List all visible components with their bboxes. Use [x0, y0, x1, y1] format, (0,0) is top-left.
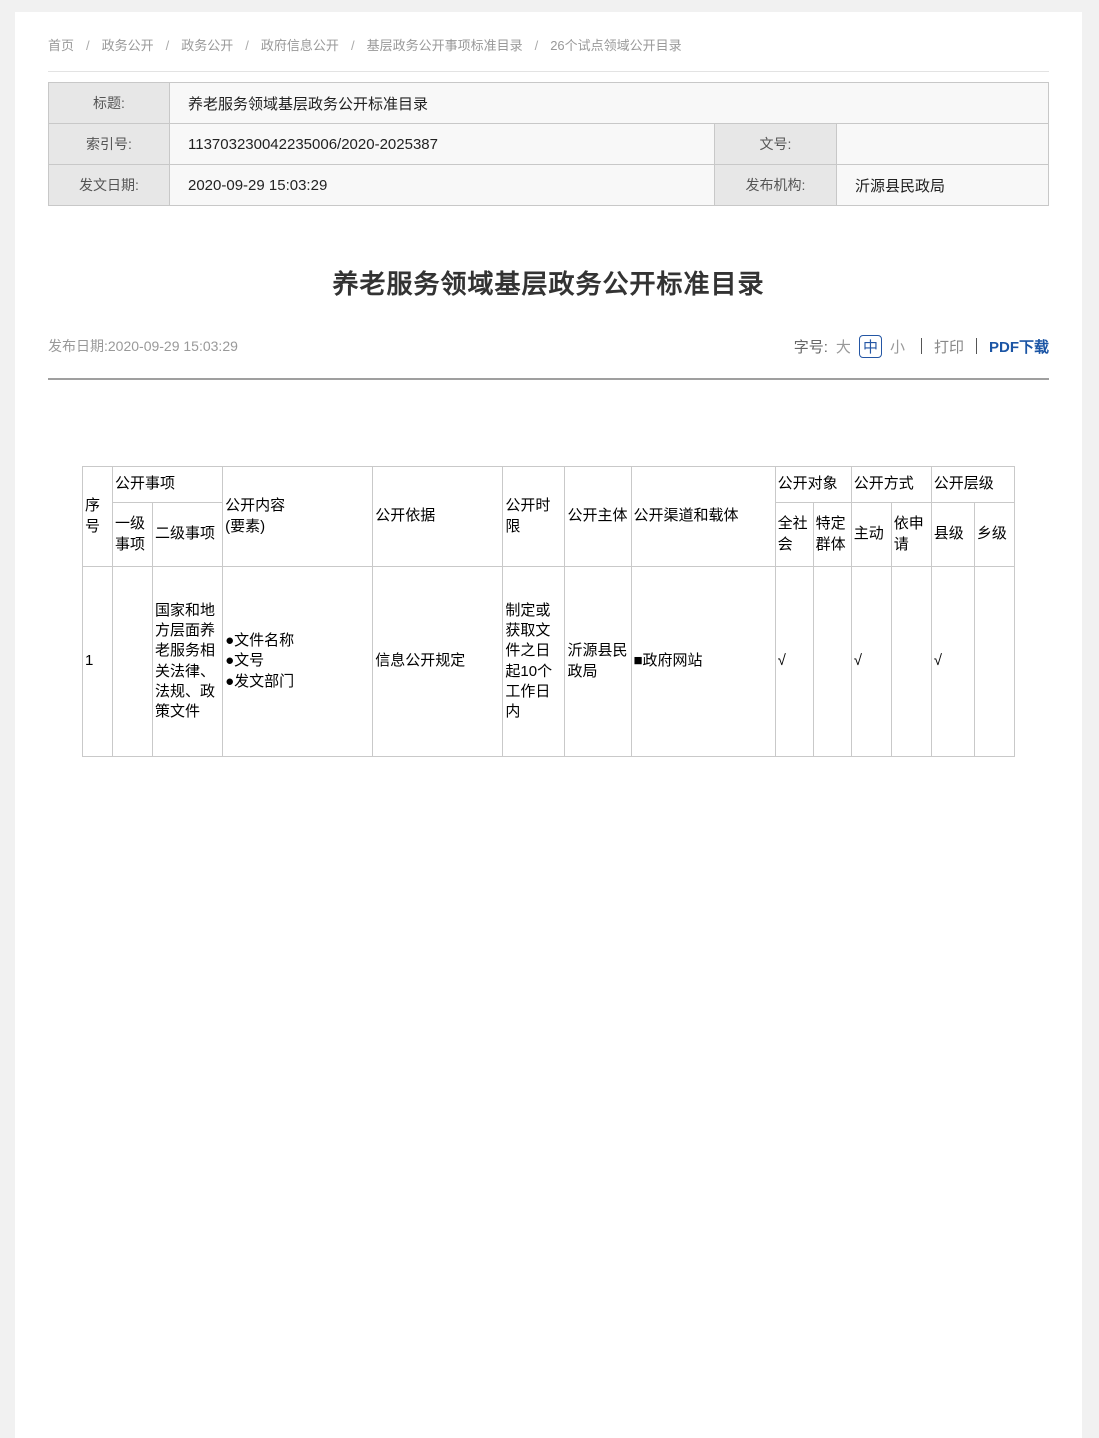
vertical-divider [921, 338, 922, 354]
meta-row-date: 发文日期: 2020-09-29 15:03:29 发布机构: 沂源县民政局 [49, 165, 1049, 206]
col-header-level-town: 乡级 [974, 503, 1014, 567]
table-row: 1 国家和地方层面养老服务相关法律、法规、政策文件 ●文件名称 ●文号 ●发文部… [83, 567, 1015, 757]
fontsize-medium-button[interactable]: 中 [859, 335, 882, 358]
col-header-target-all: 全社会 [775, 503, 813, 567]
meta-label-docno: 文号: [715, 124, 837, 165]
meta-label-title: 标题: [49, 83, 170, 124]
cell-target-all: √ [775, 567, 813, 757]
catalog-table: 序号 公开事项 公开内容 (要素) 公开依据 公开时限 公开主体 公开渠道和载体… [82, 466, 1015, 757]
cell-channel: ■政府网站 [631, 567, 775, 757]
fontsize-large-button[interactable]: 大 [836, 336, 851, 357]
cell-subject: 沂源县民政局 [565, 567, 631, 757]
page-title: 养老服务领域基层政务公开标准目录 [48, 268, 1049, 300]
col-header-mode-active: 主动 [851, 503, 891, 567]
breadcrumb-separator: / [86, 38, 90, 53]
col-header-level-county: 县级 [931, 503, 974, 567]
cell-mode-active: √ [851, 567, 891, 757]
content-bullet-item: ●文号 [225, 651, 370, 671]
header-row-groups: 序号 公开事项 公开内容 (要素) 公开依据 公开时限 公开主体 公开渠道和载体… [83, 467, 1015, 503]
breadcrumb: 首页 / 政务公开 / 政务公开 / 政府信息公开 / 基层政务公开事项标准目录 / 26个试点领域… [48, 24, 1049, 72]
cell-level-town [974, 567, 1014, 757]
meta-row-title: 标题: 养老服务领域基层政务公开标准目录 [49, 83, 1049, 124]
breadcrumb-link-home[interactable]: 首页 [48, 38, 74, 53]
col-header-level2: 二级事项 [153, 503, 223, 567]
col-header-level1: 一级事项 [113, 503, 153, 567]
cell-content: ●文件名称 ●文号 ●发文部门 [223, 567, 373, 757]
cell-level-county: √ [931, 567, 974, 757]
print-button[interactable]: 打印 [934, 336, 964, 357]
breadcrumb-separator: / [166, 38, 170, 53]
meta-value-title: 养老服务领域基层政务公开标准目录 [170, 83, 1049, 124]
col-header-subject: 公开主体 [565, 467, 631, 567]
content-card: 首页 / 政务公开 / 政务公开 / 政府信息公开 / 基层政务公开事项标准目录 / 26个试点领域… [15, 12, 1082, 1438]
col-header-basis: 公开依据 [373, 467, 503, 567]
col-header-mode-request: 依申请 [891, 503, 931, 567]
publish-date: 发布日期:2020-09-29 15:03:29 [48, 336, 238, 356]
publish-date-label: 发布日期: [48, 338, 108, 354]
breadcrumb-separator: / [245, 38, 249, 53]
breadcrumb-link-zwgk-1[interactable]: 政务公开 [102, 38, 154, 53]
divider-line [48, 378, 1049, 380]
col-header-mode-group: 公开方式 [851, 467, 931, 503]
publish-row: 发布日期:2020-09-29 15:03:29 字号: 大 中 小 打印 PD… [48, 334, 1049, 358]
col-header-item-group: 公开事项 [113, 467, 223, 503]
meta-table: 标题: 养老服务领域基层政务公开标准目录 索引号: 11370323004223… [48, 82, 1049, 206]
publish-date-value: 2020-09-29 15:03:29 [108, 338, 238, 354]
content-bullet-item: ●发文部门 [225, 672, 370, 692]
fontsize-small-button[interactable]: 小 [890, 336, 905, 357]
meta-row-index: 索引号: 113703230042235006/2020-2025387 文号: [49, 124, 1049, 165]
breadcrumb-current: 26个试点领域公开目录 [550, 38, 681, 53]
meta-label-index: 索引号: [49, 124, 170, 165]
meta-value-agency: 沂源县民政局 [837, 165, 1049, 206]
col-header-channel: 公开渠道和载体 [631, 467, 775, 567]
cell-target-specific [813, 567, 851, 757]
breadcrumb-link-standard-catalog[interactable]: 基层政务公开事项标准目录 [367, 38, 523, 53]
col-header-level-group: 公开层级 [931, 467, 1014, 503]
breadcrumb-link-gov-info[interactable]: 政府信息公开 [261, 38, 339, 53]
article-controls: 字号: 大 中 小 打印 PDF下载 [794, 335, 1049, 358]
cell-basis: 信息公开规定 [373, 567, 503, 757]
cell-mode-request [891, 567, 931, 757]
vertical-divider [976, 338, 977, 354]
cell-level1 [113, 567, 153, 757]
cell-time-limit: 制定或获取文件之日起10个工作日内 [503, 567, 565, 757]
meta-value-docno [837, 124, 1049, 165]
cell-no: 1 [83, 567, 113, 757]
meta-value-index: 113703230042235006/2020-2025387 [170, 124, 715, 165]
meta-label-date: 发文日期: [49, 165, 170, 206]
breadcrumb-separator: / [535, 38, 539, 53]
col-header-no: 序号 [83, 467, 113, 567]
breadcrumb-link-zwgk-2[interactable]: 政务公开 [181, 38, 233, 53]
fontsize-label: 字号: [794, 336, 828, 357]
pdf-download-link[interactable]: PDF下载 [989, 336, 1049, 357]
content-bullet-item: ●文件名称 [225, 631, 370, 651]
col-header-time-limit: 公开时限 [503, 467, 565, 567]
col-header-target-specific: 特定群体 [813, 503, 851, 567]
meta-label-agency: 发布机构: [715, 165, 837, 206]
breadcrumb-separator: / [351, 38, 355, 53]
col-header-content: 公开内容 (要素) [223, 467, 373, 567]
col-header-target-group: 公开对象 [775, 467, 851, 503]
meta-value-date: 2020-09-29 15:03:29 [170, 165, 715, 206]
cell-level2: 国家和地方层面养老服务相关法律、法规、政策文件 [153, 567, 223, 757]
